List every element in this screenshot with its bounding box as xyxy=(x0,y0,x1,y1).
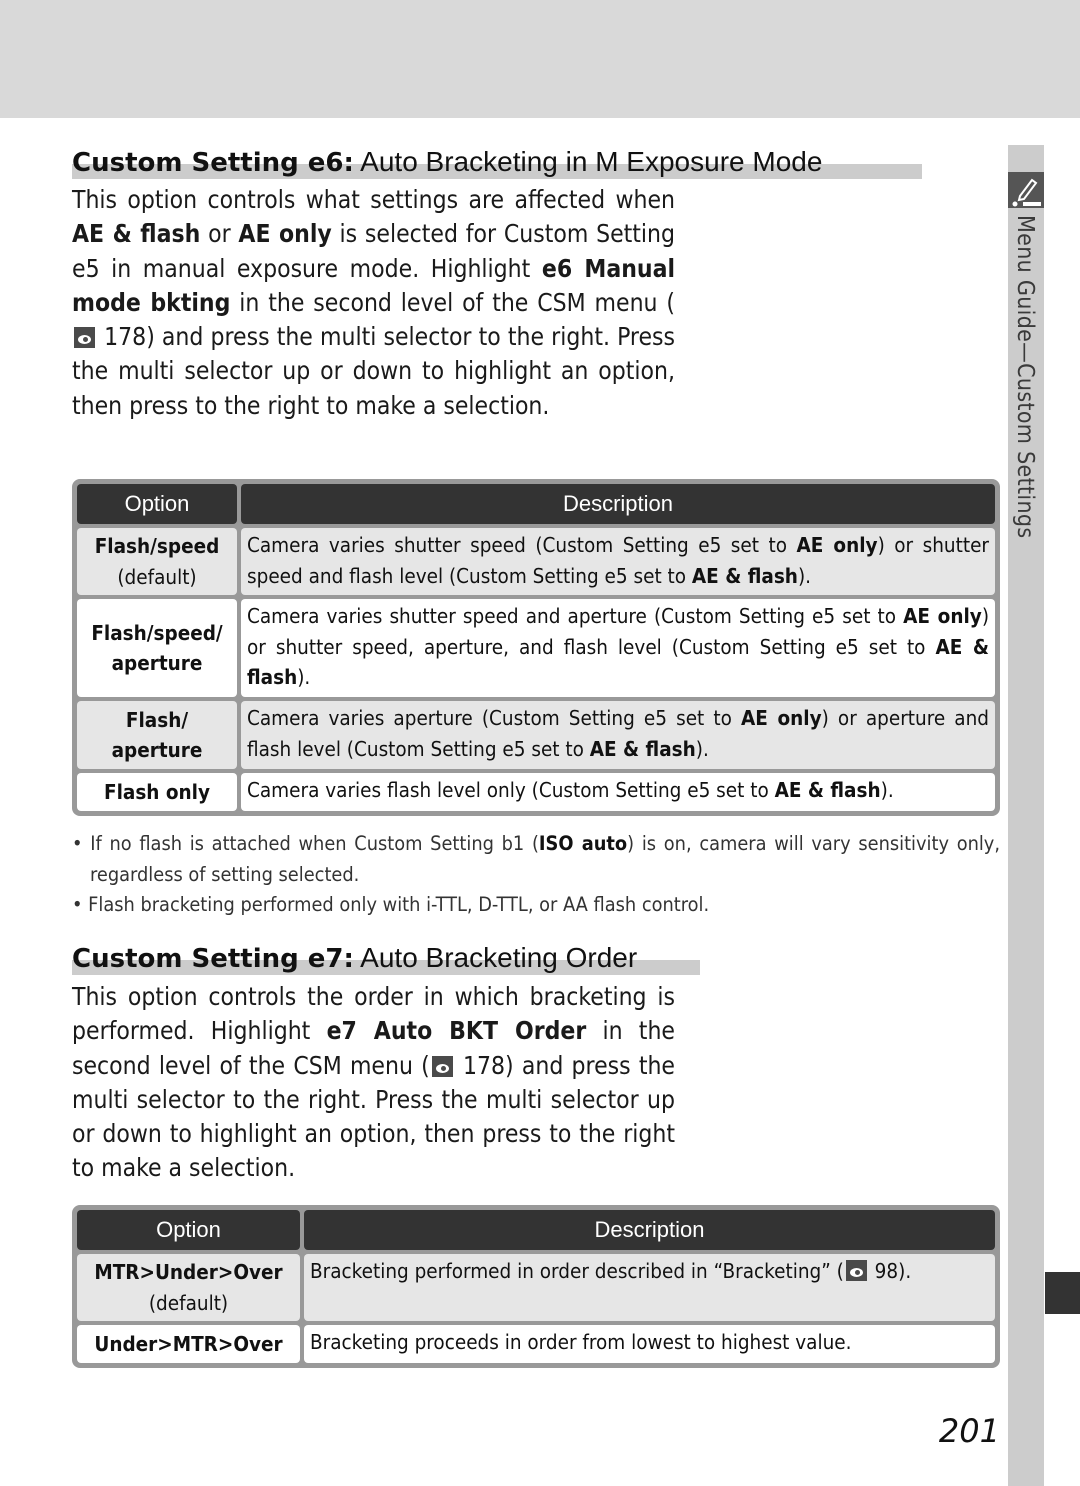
option-cell: Under>MTR>Over xyxy=(77,1325,300,1363)
options-table-e6: Option Description Flash/speed (default)… xyxy=(72,479,1000,816)
notes-list: • If no flash is attached when Custom Se… xyxy=(72,829,1000,921)
bold-term: e7 Auto BKT Order xyxy=(326,1016,587,1046)
option-name: Flash/speed xyxy=(94,534,220,558)
bold-term: AE & flash xyxy=(691,563,798,588)
option-cell: Flash only xyxy=(77,773,237,811)
option-name: Flash/speed/ aperture xyxy=(91,620,223,676)
option-name: Flash/ aperture xyxy=(111,707,203,763)
options-table-e7: Option Description MTR>Under>Over (defau… xyxy=(72,1205,1000,1368)
section-heading-e6: Custom Setting e6: Auto Bracketing in M … xyxy=(72,145,922,179)
text-run: in the sec­ond level of the CSM menu ( xyxy=(230,287,675,317)
bold-term: AE & flash xyxy=(72,219,201,249)
text-run: ). xyxy=(797,563,811,588)
column-header-description: Description xyxy=(304,1210,995,1250)
text-run: ). xyxy=(695,736,709,761)
text-run: 98). xyxy=(868,1259,912,1283)
option-cell: MTR>Under>Over (default) xyxy=(77,1254,300,1321)
text-run: ). xyxy=(880,778,894,802)
pencil-menu-icon xyxy=(1008,172,1044,208)
table-header-row: Option Description xyxy=(77,1210,995,1250)
description-cell: Camera varies shutter speed (Custom Sett… xyxy=(241,528,995,595)
text-run: 178) and press the multi selector to the… xyxy=(72,322,675,420)
text-run: This option controls what settings are a… xyxy=(72,185,675,214)
note-item: • Flash bracketing performed only with i… xyxy=(72,890,1000,921)
table-row: MTR>Under>Over (default) Bracketing perf… xyxy=(77,1254,995,1321)
description-cell: Bracketing performed in order described … xyxy=(304,1254,995,1321)
text-run: • Flash bracketing performed only with i… xyxy=(72,893,710,916)
text-run: Camera varies shutter speed (Custom Sett… xyxy=(247,533,797,557)
page-number: 201 xyxy=(938,1412,1000,1450)
description-cell: Camera varies aperture (Custom Setting e… xyxy=(241,701,995,769)
description-cell: Camera varies flash level only (Custom S… xyxy=(241,773,995,811)
column-header-option: Option xyxy=(77,1210,300,1250)
text-run: ). xyxy=(297,665,311,689)
table-row: Flash/speed/ aperture Camera varies shut… xyxy=(77,599,995,697)
option-cell: Flash/speed (default) xyxy=(77,528,237,595)
option-cell: Flash/ aperture xyxy=(77,701,237,769)
bold-term: AE only xyxy=(740,706,822,730)
intro-paragraph-e6: This option controls what settings are a… xyxy=(72,183,675,423)
text-run: Camera varies shutter speed and aperture… xyxy=(247,604,904,628)
note-item: • If no flash is attached when Custom Se… xyxy=(72,829,1000,890)
text-run: or xyxy=(200,219,239,249)
text-run: Camera varies flash level only (Custom S… xyxy=(247,778,775,802)
eye-reference-icon xyxy=(845,1260,867,1281)
option-name: Under>MTR>Over xyxy=(94,1331,283,1356)
table-row: Under>MTR>Over Bracketing proceeds in or… xyxy=(77,1325,995,1363)
description-cell: Bracketing proceeds in order from lowest… xyxy=(304,1325,995,1363)
heading-e7-rest: Auto Bracketing Order xyxy=(353,942,638,973)
text-run: Camera varies aperture (Custom Setting e… xyxy=(247,706,741,730)
option-default-tag: (default) xyxy=(117,564,197,589)
bold-term: AE only xyxy=(238,219,332,249)
bold-term: AE & flash xyxy=(774,778,881,802)
bold-term: AE only xyxy=(903,604,982,628)
option-name: MTR>Under>Over xyxy=(94,1260,283,1284)
chapter-side-label: Menu Guide—Custom Settings xyxy=(1012,215,1038,539)
bold-term: ISO auto xyxy=(538,832,628,855)
heading-e7-bold: Custom Setting e7: xyxy=(72,944,354,974)
heading-e6-bold: Custom Setting e6: xyxy=(72,148,354,178)
eye-reference-icon xyxy=(431,1055,453,1077)
option-default-tag: (default) xyxy=(148,1290,229,1315)
bold-term: AE only xyxy=(796,533,878,557)
text-run: • If no flash is attached when Custom Se… xyxy=(72,832,539,855)
chapter-thumb-tab xyxy=(1045,1272,1080,1314)
eye-reference-icon xyxy=(74,327,95,349)
column-header-description: Description xyxy=(241,484,995,524)
column-header-option: Option xyxy=(77,484,237,524)
table-row: Flash/ aperture Camera varies aperture (… xyxy=(77,701,995,769)
table-row: Flash only Camera varies flash level onl… xyxy=(77,773,995,811)
intro-paragraph-e7: This option controls the order in which … xyxy=(72,980,675,1186)
text-run: Bracketing proceeds in order from lowest… xyxy=(310,1330,852,1354)
option-name: Flash only xyxy=(103,779,211,804)
text-run: Bracketing performed in order described … xyxy=(310,1259,844,1283)
bold-term: AE & flash xyxy=(589,736,696,761)
section-heading-e7: Custom Setting e7: Auto Bracketing Order xyxy=(72,941,700,975)
table-row: Flash/speed (default) Camera varies shut… xyxy=(77,528,995,595)
top-margin-band xyxy=(0,0,1080,118)
table-header-row: Option Description xyxy=(77,484,995,524)
description-cell: Camera varies shutter speed and aperture… xyxy=(241,599,995,697)
option-cell: Flash/speed/ aperture xyxy=(77,599,237,697)
heading-e6-rest: Auto Bracketing in M Exposure Mode xyxy=(353,146,823,177)
